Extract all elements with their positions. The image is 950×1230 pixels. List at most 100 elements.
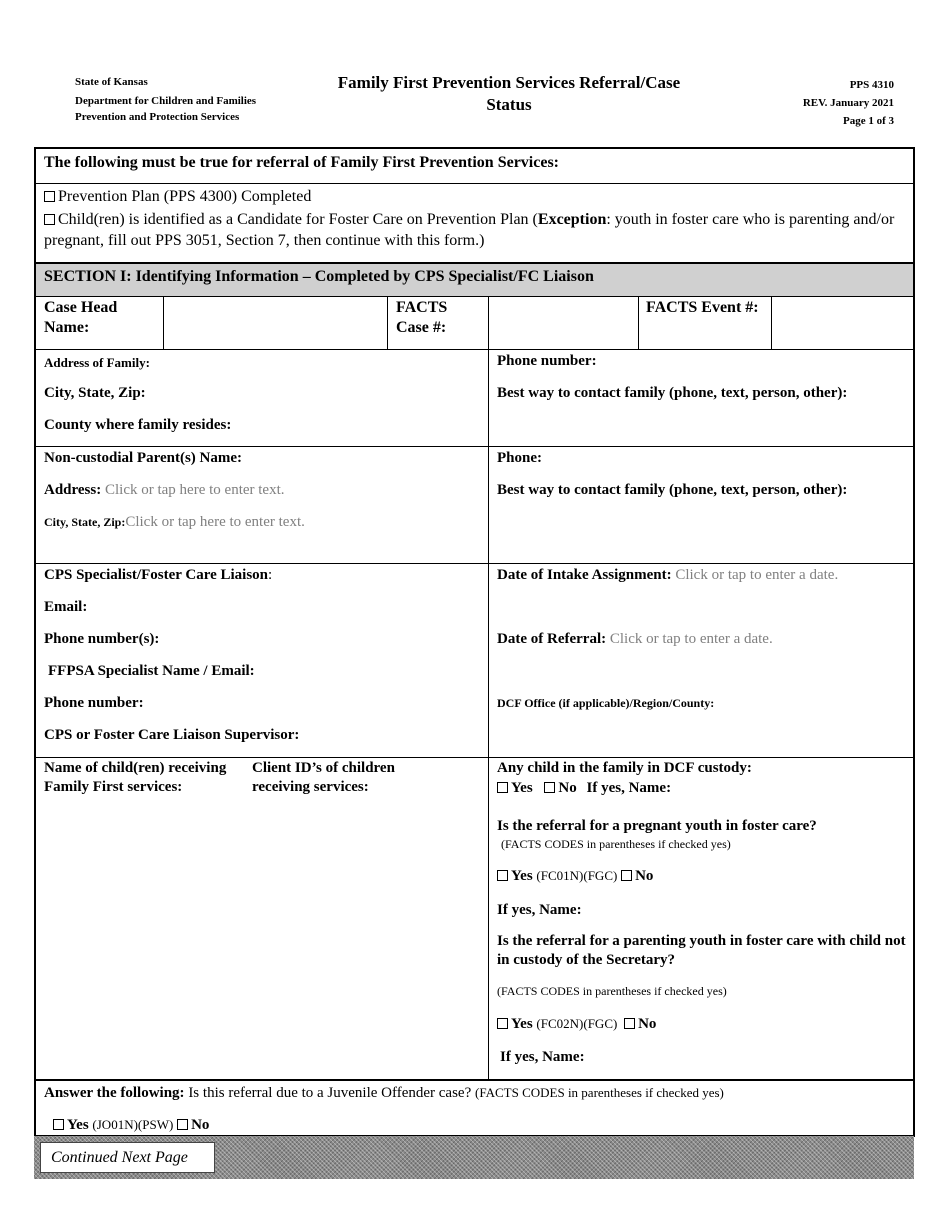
parenting-no[interactable]: No	[624, 1016, 656, 1032]
no-label: No	[558, 780, 577, 796]
intake-date-field[interactable]: Date of Intake Assignment: Click or tap …	[497, 566, 838, 585]
children-row: Name of child(ren) receiving Family Firs…	[36, 758, 913, 1081]
pregnant-code: (FC01N)(FGC)	[536, 868, 618, 883]
continued-footer: Continued Next Page	[34, 1136, 914, 1179]
pregnant-yes[interactable]: Yes	[497, 868, 533, 884]
cps-liaison-field[interactable]: CPS Specialist/Foster Care Liaison:	[44, 566, 272, 585]
pregnant-name-field[interactable]: If yes, Name:	[497, 901, 582, 920]
phone-number-field[interactable]: Phone number:	[497, 352, 597, 371]
referral-form: The following must be true for referral …	[34, 147, 915, 1137]
checkbox-prevention-plan[interactable]	[44, 191, 55, 202]
case-row: Case Head Name: FACTS Case #: FACTS Even…	[36, 297, 913, 350]
intake-date-label: Date of Intake Assignment:	[497, 567, 672, 583]
checkbox-dcf-custody-no[interactable]	[544, 782, 556, 793]
divider	[387, 297, 388, 349]
checkbox-parenting-yes[interactable]	[497, 1018, 508, 1029]
county-field[interactable]: County where family resides:	[44, 416, 231, 435]
requirement-prevention-plan-label: Prevention Plan (PPS 4300) Completed	[58, 188, 312, 205]
referral-date-label: Date of Referral:	[497, 631, 607, 647]
colon: :	[268, 567, 273, 583]
requirement-candidate[interactable]: Child(ren) is identified as a Candidate …	[44, 209, 903, 251]
title-line-1: Family First Prevention Services Referra…	[337, 73, 681, 92]
phone-numbers-field[interactable]: Phone number(s):	[44, 630, 159, 649]
juvenile-no[interactable]: No	[177, 1117, 209, 1133]
divider	[488, 297, 489, 349]
form-revision: REV. January 2021	[802, 97, 894, 109]
juvenile-yes[interactable]: Yes	[53, 1117, 89, 1133]
checkbox-pregnant-yes[interactable]	[497, 870, 508, 881]
ffpsa-phone-field[interactable]: Phone number:	[44, 694, 144, 713]
checkbox-parenting-no[interactable]	[624, 1018, 636, 1029]
requirements-heading: The following must be true for referral …	[44, 154, 559, 171]
address-family-field[interactable]: Address of Family:	[44, 354, 150, 371]
dcf-office-field[interactable]: DCF Office (if applicable)/Region/County…	[497, 695, 714, 711]
juvenile-offender-row: Answer the following: Is this referral d…	[36, 1081, 913, 1137]
form-number: PPS 4310	[849, 79, 894, 91]
juvenile-codes-note: (FACTS CODES in parentheses if checked y…	[475, 1085, 724, 1100]
checkbox-juvenile-yes[interactable]	[53, 1119, 64, 1130]
requirement-prevention-plan[interactable]: Prevention Plan (PPS 4300) Completed	[44, 187, 311, 207]
noncustodial-name-field[interactable]: Non-custodial Parent(s) Name:	[44, 449, 242, 468]
nc-address-placeholder[interactable]: Click or tap here to enter text.	[105, 482, 285, 498]
checkbox-pregnant-no[interactable]	[621, 870, 633, 881]
cps-specialist-row: CPS Specialist/Foster Care Liaison: Emai…	[36, 564, 913, 758]
agency-state: State of Kansas	[75, 76, 148, 88]
pregnant-options: Yes (FC01N)(FGC) No	[497, 867, 653, 886]
intake-date-picker[interactable]: Click or tap to enter a date.	[675, 567, 838, 583]
dcf-custody-no[interactable]: No	[544, 780, 577, 796]
requirement-candidate-text: Child(ren) is identified as a Candidate …	[58, 211, 538, 228]
ffpsa-specialist-field[interactable]: FFPSA Specialist Name / Email:	[48, 662, 255, 681]
parenting-name-field[interactable]: If yes, Name:	[500, 1048, 585, 1067]
juvenile-question-text: Is this referral due to a Juvenile Offen…	[184, 1085, 475, 1101]
best-way-contact-field[interactable]: Best way to contact family (phone, text,…	[497, 384, 847, 403]
parenting-yes[interactable]: Yes	[497, 1016, 533, 1032]
page-title: Family First Prevention Services Referra…	[300, 72, 718, 116]
children-names-field[interactable]: Name of child(ren) receiving Family Firs…	[44, 759, 234, 797]
no-label: No	[638, 1016, 657, 1032]
divider	[638, 297, 639, 349]
facts-case-input[interactable]	[490, 297, 637, 349]
parenting-question: Is the referral for a parenting youth in…	[497, 933, 906, 968]
checkbox-juvenile-no[interactable]	[177, 1119, 189, 1130]
facts-event-label: FACTS Event #:	[646, 299, 759, 316]
divider	[488, 447, 489, 563]
agency-division: Prevention and Protection Services	[75, 111, 240, 123]
city-state-zip-field[interactable]: City, State, Zip:	[44, 384, 146, 403]
parenting-codes-note: (FACTS CODES in parentheses if checked y…	[497, 984, 727, 998]
agency-block: State of Kansas Department for Children …	[75, 74, 256, 125]
checkbox-dcf-custody-yes[interactable]	[497, 782, 508, 793]
nc-address-label: Address:	[44, 482, 102, 498]
juvenile-question: Answer the following: Is this referral d…	[44, 1084, 724, 1103]
nc-address-field[interactable]: Address: Click or tap here to enter text…	[44, 481, 285, 500]
referral-date-picker[interactable]: Click or tap to enter a date.	[610, 631, 773, 647]
nc-csz-label: City, State, Zip:	[44, 515, 126, 529]
requirements-list: Prevention Plan (PPS 4300) Completed Chi…	[36, 184, 913, 264]
answer-following-label: Answer the following:	[44, 1085, 185, 1101]
client-ids-field[interactable]: Client ID’s of children receiving servic…	[252, 759, 442, 797]
divider	[488, 758, 489, 1079]
form-info: PPS 4310 REV. January 2021 Page 1 of 3	[803, 76, 894, 130]
title-line-2: Status	[486, 95, 532, 114]
nc-phone-field[interactable]: Phone:	[497, 449, 542, 468]
dcf-custody-yes[interactable]: Yes	[497, 780, 533, 796]
facts-event-input[interactable]	[773, 297, 913, 349]
yes-label: Yes	[511, 868, 533, 884]
dcf-custody-name-field[interactable]: If yes, Name:	[587, 780, 672, 796]
nc-city-state-zip-field[interactable]: City, State, Zip:Click or tap here to en…	[44, 513, 305, 532]
divider	[488, 350, 489, 446]
pregnant-question: Is the referral for a pregnant youth in …	[497, 818, 817, 834]
pregnant-codes-note: (FACTS CODES in parentheses if checked y…	[501, 837, 731, 851]
case-head-input[interactable]	[165, 297, 386, 349]
nc-csz-placeholder[interactable]: Click or tap here to enter text.	[125, 514, 305, 530]
parenting-options: Yes (FC02N)(FGC) No	[497, 1015, 656, 1034]
nc-best-way-field[interactable]: Best way to contact family (phone, text,…	[497, 481, 847, 500]
divider	[163, 297, 164, 349]
yes-label: Yes	[67, 1117, 89, 1133]
continued-next-page: Continued Next Page	[40, 1142, 215, 1173]
checkbox-candidate[interactable]	[44, 214, 55, 225]
referral-date-field[interactable]: Date of Referral: Click or tap to enter …	[497, 630, 773, 649]
email-field[interactable]: Email:	[44, 598, 87, 617]
supervisor-field[interactable]: CPS or Foster Care Liaison Supervisor:	[44, 726, 299, 745]
pregnant-no[interactable]: No	[621, 868, 653, 884]
noncustodial-parent-row: Non-custodial Parent(s) Name: Address: C…	[36, 447, 913, 564]
